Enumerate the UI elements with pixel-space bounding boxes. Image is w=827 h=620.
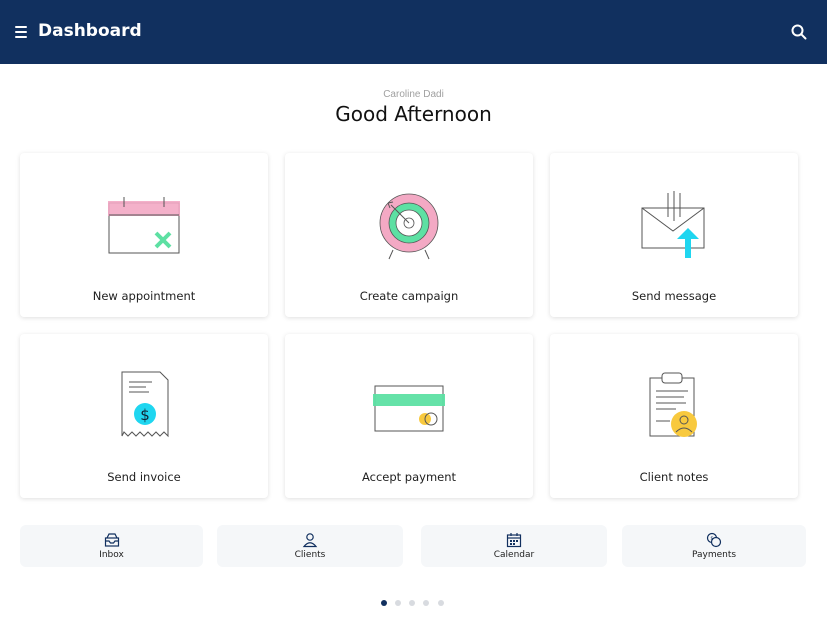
card-label: Create campaign xyxy=(359,289,459,303)
receipt-icon: $ xyxy=(121,371,169,438)
nav-label: Calendar xyxy=(493,550,535,560)
nav-label: Clients xyxy=(294,550,326,560)
nav-clients[interactable]: Clients xyxy=(217,525,403,567)
card-label: Send message xyxy=(631,289,717,303)
envelope-icon xyxy=(641,191,705,258)
page-dot[interactable] xyxy=(381,600,387,606)
nav-payments[interactable]: $ Payments xyxy=(622,525,806,567)
page-dot[interactable] xyxy=(423,600,429,606)
card-label: New appointment xyxy=(92,289,196,303)
page-dot[interactable] xyxy=(395,600,401,606)
new-appointment-card[interactable]: New appointment xyxy=(20,153,268,317)
app-header: Dashboard xyxy=(0,0,827,64)
client-notes-card[interactable]: Client notes xyxy=(550,334,798,498)
hamburger-menu-icon[interactable] xyxy=(15,26,27,38)
nav-calendar[interactable]: Calendar xyxy=(421,525,607,567)
credit-card-icon xyxy=(373,385,445,432)
user-name: Caroline Dadi xyxy=(383,89,444,100)
greeting-message: Good Afternoon xyxy=(335,102,492,126)
send-invoice-card[interactable]: $ Send invoice xyxy=(20,334,268,498)
calendar-icon xyxy=(506,533,522,548)
clipboard-icon xyxy=(649,372,697,437)
card-label: Send invoice xyxy=(107,470,181,484)
svg-text:$: $ xyxy=(710,536,713,542)
page-indicator xyxy=(381,600,451,608)
send-message-card[interactable]: Send message xyxy=(550,153,798,317)
inbox-icon xyxy=(104,533,119,547)
clients-icon xyxy=(302,533,318,548)
search-icon[interactable] xyxy=(791,24,807,40)
page-dot[interactable] xyxy=(438,600,444,606)
svg-text:$: $ xyxy=(140,406,150,424)
create-campaign-card[interactable]: Create campaign xyxy=(285,153,533,317)
page-title: Dashboard xyxy=(38,21,142,41)
target-icon xyxy=(379,193,439,260)
payments-icon: $ xyxy=(706,532,722,548)
card-label: Client notes xyxy=(639,470,709,484)
nav-label: Payments xyxy=(691,550,737,560)
nav-inbox[interactable]: Inbox xyxy=(20,525,203,567)
accept-payment-card[interactable]: Accept payment xyxy=(285,334,533,498)
calendar-icon xyxy=(108,197,180,254)
card-label: Accept payment xyxy=(361,470,457,484)
page-dot[interactable] xyxy=(409,600,415,606)
nav-label: Inbox xyxy=(99,550,124,560)
